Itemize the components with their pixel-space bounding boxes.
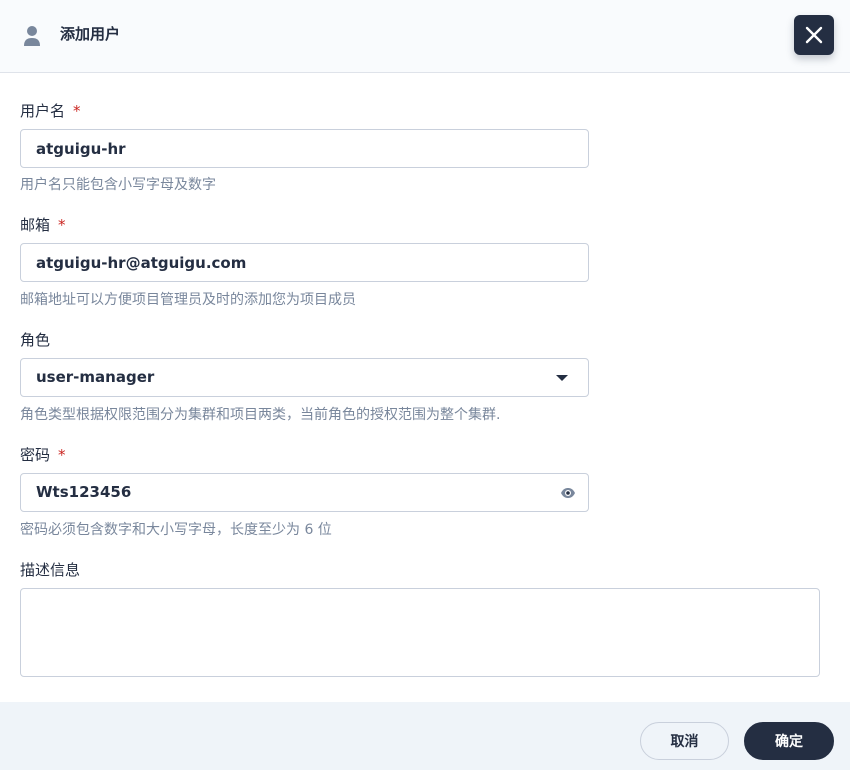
username-input[interactable] [20,129,589,168]
role-selected-value: user-manager [36,368,155,386]
required-mark: * [58,446,66,464]
password-label: 密码 * [20,446,66,464]
cancel-button[interactable]: 取消 [640,722,729,760]
user-icon [24,26,40,46]
role-hint: 角色类型根据权限范围分为集群和项目两类，当前角色的授权范围为整个集群. [20,407,501,423]
email-hint: 邮箱地址可以方便项目管理员及时的添加您为项目成员 [20,292,356,308]
role-select[interactable]: user-manager [20,358,589,397]
description-textarea[interactable] [20,588,820,677]
password-field[interactable]: Wts123456 [20,473,589,512]
email-label: 邮箱 * [20,216,66,234]
password-hint: 密码必须包含数字和大小写字母，长度至少为 6 位 [20,522,332,538]
email-input[interactable] [20,243,589,282]
chevron-down-icon [556,375,568,381]
required-mark: * [58,216,66,234]
eye-icon[interactable] [560,487,576,499]
required-mark: * [73,102,81,120]
username-hint: 用户名只能包含小写字母及数字 [20,177,216,193]
dialog-header: 添加用户 [0,0,850,73]
close-icon [805,26,823,44]
dialog-title: 添加用户 [60,25,121,43]
role-label: 角色 [20,331,51,349]
password-value: Wts123456 [36,483,132,501]
confirm-button[interactable]: 确定 [744,722,834,760]
dialog-footer: 取消 确定 [0,702,850,770]
close-button[interactable] [794,15,834,55]
description-label: 描述信息 [20,561,81,579]
username-label: 用户名 * [20,102,81,120]
add-user-dialog: 添加用户 用户名* 用户名只能包含小写字母及数字 邮箱* 邮箱地址可以方便项目管… [0,0,850,770]
